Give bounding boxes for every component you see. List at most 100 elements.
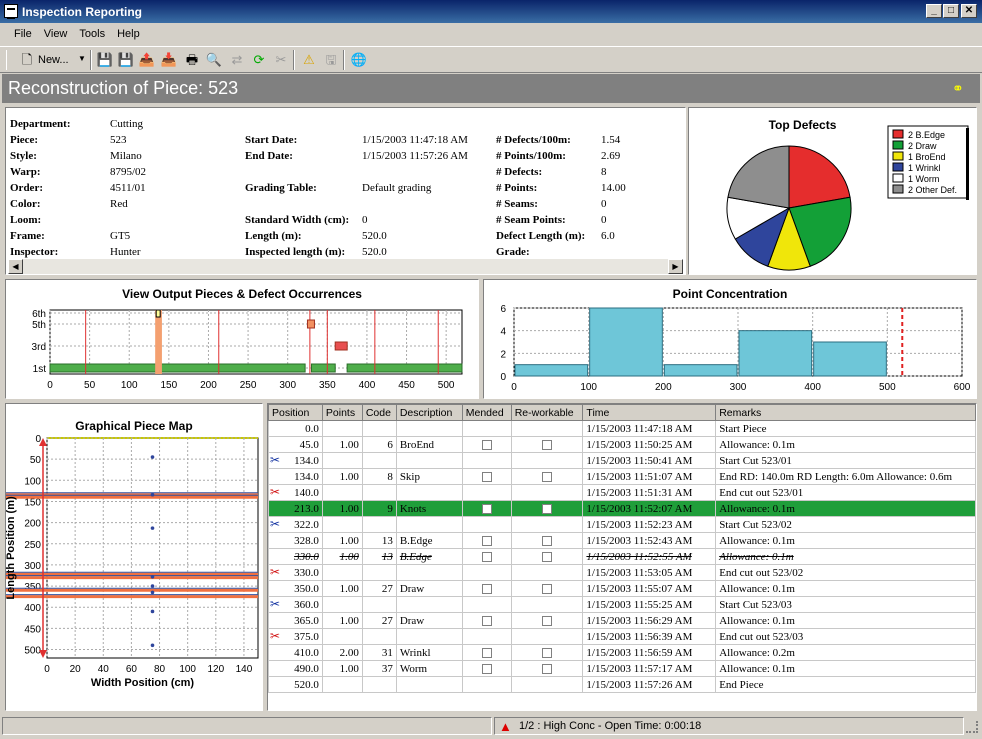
defect-point <box>150 574 155 579</box>
menu-view[interactable]: View <box>38 25 74 40</box>
refresh-icon[interactable]: ⟳ <box>250 51 268 69</box>
table-row[interactable]: 0.0 1/15/2003 11:47:18 AM Start Piece <box>268 420 976 437</box>
menu-tools[interactable]: Tools <box>73 25 111 40</box>
y-tick-label: 2 <box>500 349 506 360</box>
column-header[interactable]: Re-workable <box>510 404 584 421</box>
reworkable-cell <box>510 452 584 469</box>
status-cell <box>2 717 492 735</box>
import-icon[interactable]: 📥 <box>160 51 178 69</box>
save-all-icon[interactable]: 💾 <box>117 51 135 69</box>
resize-grip-icon[interactable] <box>966 721 978 733</box>
table-row[interactable]: 45.0 1.00 6 BroEnd 1/15/2003 11:50:25 AM All… <box>268 436 976 453</box>
save-icon[interactable]: 💾 <box>96 51 114 69</box>
scroll-left-arrow-icon[interactable]: ◀ <box>8 259 23 274</box>
scissors-icon: ✂ <box>270 485 281 499</box>
reworkable-checkbox[interactable] <box>542 503 553 514</box>
reworkable-checkbox[interactable] <box>542 647 553 658</box>
y-axis-label: Length Position (m) <box>6 496 17 600</box>
new-document-icon[interactable]: 🗋 <box>18 51 36 69</box>
output-piece-bar <box>346 363 463 373</box>
table-row[interactable]: ✂ 134.0 1/15/2003 11:50:41 AM Start Cut 523… <box>268 452 976 469</box>
column-header[interactable]: Position <box>268 404 323 421</box>
table-row[interactable]: 328.0 1.00 13 B.Edge 1/15/2003 11:52:43 AM A… <box>268 532 976 549</box>
reworkable-checkbox[interactable] <box>542 551 553 562</box>
column-header[interactable]: Description <box>395 404 463 421</box>
mended-checkbox[interactable] <box>481 439 492 450</box>
link-icon[interactable]: ⚭ <box>952 80 964 97</box>
table-row[interactable]: ✂ 375.0 1/15/2003 11:56:39 AM End cut out 5… <box>268 628 976 645</box>
scissors-icon[interactable]: ✂ <box>272 51 290 69</box>
new-dropdown-arrow-icon[interactable]: ▼ <box>78 54 86 63</box>
close-button[interactable]: ✕ <box>961 4 977 18</box>
menu-help[interactable]: Help <box>111 25 146 40</box>
column-header[interactable]: Time <box>582 404 717 421</box>
table-row[interactable]: 213.0 1.00 9 Knots 1/15/2003 11:52:07 AM All… <box>268 500 976 517</box>
export-icon[interactable]: 📤 <box>138 51 156 69</box>
mended-checkbox[interactable] <box>481 471 492 482</box>
legend-swatch <box>892 162 904 172</box>
info-value: 1/15/2003 11:57:26 AM <box>362 150 468 162</box>
column-header[interactable]: Code <box>361 404 397 421</box>
table-row[interactable]: ✂ 360.0 1/15/2003 11:55:25 AM Start Cut 523… <box>268 596 976 613</box>
reworkable-cell <box>510 516 584 533</box>
column-header[interactable]: Mended <box>461 404 512 421</box>
maximize-button[interactable]: □ <box>943 4 959 18</box>
info-label: Grade: <box>496 246 530 258</box>
defect-point <box>150 492 155 497</box>
mended-checkbox[interactable] <box>481 615 492 626</box>
mended-checkbox[interactable] <box>481 551 492 562</box>
points-cell <box>321 452 363 469</box>
x-tick-label: 400 <box>359 380 376 391</box>
y-tick-label: 300 <box>24 561 41 572</box>
mended-checkbox[interactable] <box>481 535 492 546</box>
table-row[interactable]: 410.0 2.00 31 Wrinkl 1/15/2003 11:56:59 AM A… <box>268 644 976 661</box>
reworkable-checkbox[interactable] <box>542 439 553 450</box>
mended-checkbox[interactable] <box>481 503 492 514</box>
table-row[interactable]: ✂ 140.0 1/15/2003 11:51:31 AM End cut out 5… <box>268 484 976 501</box>
new-button-label[interactable]: New... <box>38 54 69 66</box>
reworkable-checkbox[interactable] <box>542 615 553 626</box>
mended-checkbox[interactable] <box>481 647 492 658</box>
legend-swatch <box>892 140 904 150</box>
reworkable-checkbox[interactable] <box>542 471 553 482</box>
menu-file[interactable]: File <box>0 25 38 40</box>
x-tick-label: 100 <box>121 380 138 391</box>
position-cell: 365.0 <box>268 612 323 629</box>
reworkable-checkbox[interactable] <box>542 535 553 546</box>
mended-checkbox[interactable] <box>481 583 492 594</box>
minimize-button[interactable]: _ <box>926 4 942 18</box>
globe-icon[interactable]: 🌐 <box>350 51 368 69</box>
print-icon[interactable]: 🖶 <box>183 51 201 69</box>
warning-icon[interactable]: ⚠ <box>300 51 318 69</box>
horizontal-scrollbar[interactable]: ◀ ▶ <box>8 259 683 274</box>
table-row[interactable]: ✂ 322.0 1/15/2003 11:52:23 AM Start Cut 523… <box>268 516 976 533</box>
x-tick-label: 350 <box>319 380 336 391</box>
table-row[interactable]: 490.0 1.00 37 Worm 1/15/2003 11:57:17 AM All… <box>268 660 976 677</box>
column-header[interactable]: Points <box>321 404 363 421</box>
status-cell: ▲ 1/2 : High Conc - Open Time: 0:00:18 <box>494 717 964 735</box>
reworkable-checkbox[interactable] <box>542 583 553 594</box>
mended-checkbox[interactable] <box>481 663 492 674</box>
scroll-right-arrow-icon[interactable]: ▶ <box>668 259 683 274</box>
points-cell: 1.00 <box>321 548 363 565</box>
column-header[interactable]: Remarks <box>715 404 976 421</box>
toolbar-grip <box>6 50 9 70</box>
table-row[interactable]: ✂ 330.0 1/15/2003 11:53:05 AM End cut out 5… <box>268 564 976 581</box>
time-cell: 1/15/2003 11:55:25 AM <box>582 596 717 613</box>
info-label: Inspector: <box>10 246 59 258</box>
position-cell: 520.0 <box>268 676 323 693</box>
table-row[interactable]: 134.0 1.00 8 Skip 1/15/2003 11:51:07 AM End R… <box>268 468 976 485</box>
table-row[interactable]: 520.0 1/15/2003 11:57:26 AM End Piece <box>268 676 976 693</box>
table-row[interactable]: 330.0 1.00 13 B.Edge 1/15/2003 11:52:55 AM A… <box>268 548 976 565</box>
reworkable-checkbox[interactable] <box>542 663 553 674</box>
transfer-icon[interactable]: ⇄ <box>228 51 246 69</box>
info-label: Style: <box>10 150 37 162</box>
mended-cell <box>461 676 512 693</box>
table-row[interactable]: 365.0 1.00 27 Draw 1/15/2003 11:56:29 AM All… <box>268 612 976 629</box>
y-tick-label: 4 <box>500 327 506 338</box>
table-row[interactable]: 350.0 1.00 27 Draw 1/15/2003 11:55:07 AM All… <box>268 580 976 597</box>
y-tick-label: 400 <box>24 603 41 614</box>
print-preview-icon[interactable]: 🔍 <box>205 51 223 69</box>
disk-disabled-icon[interactable]: 🖫 <box>322 51 340 69</box>
points-cell: 1.00 <box>321 468 363 485</box>
